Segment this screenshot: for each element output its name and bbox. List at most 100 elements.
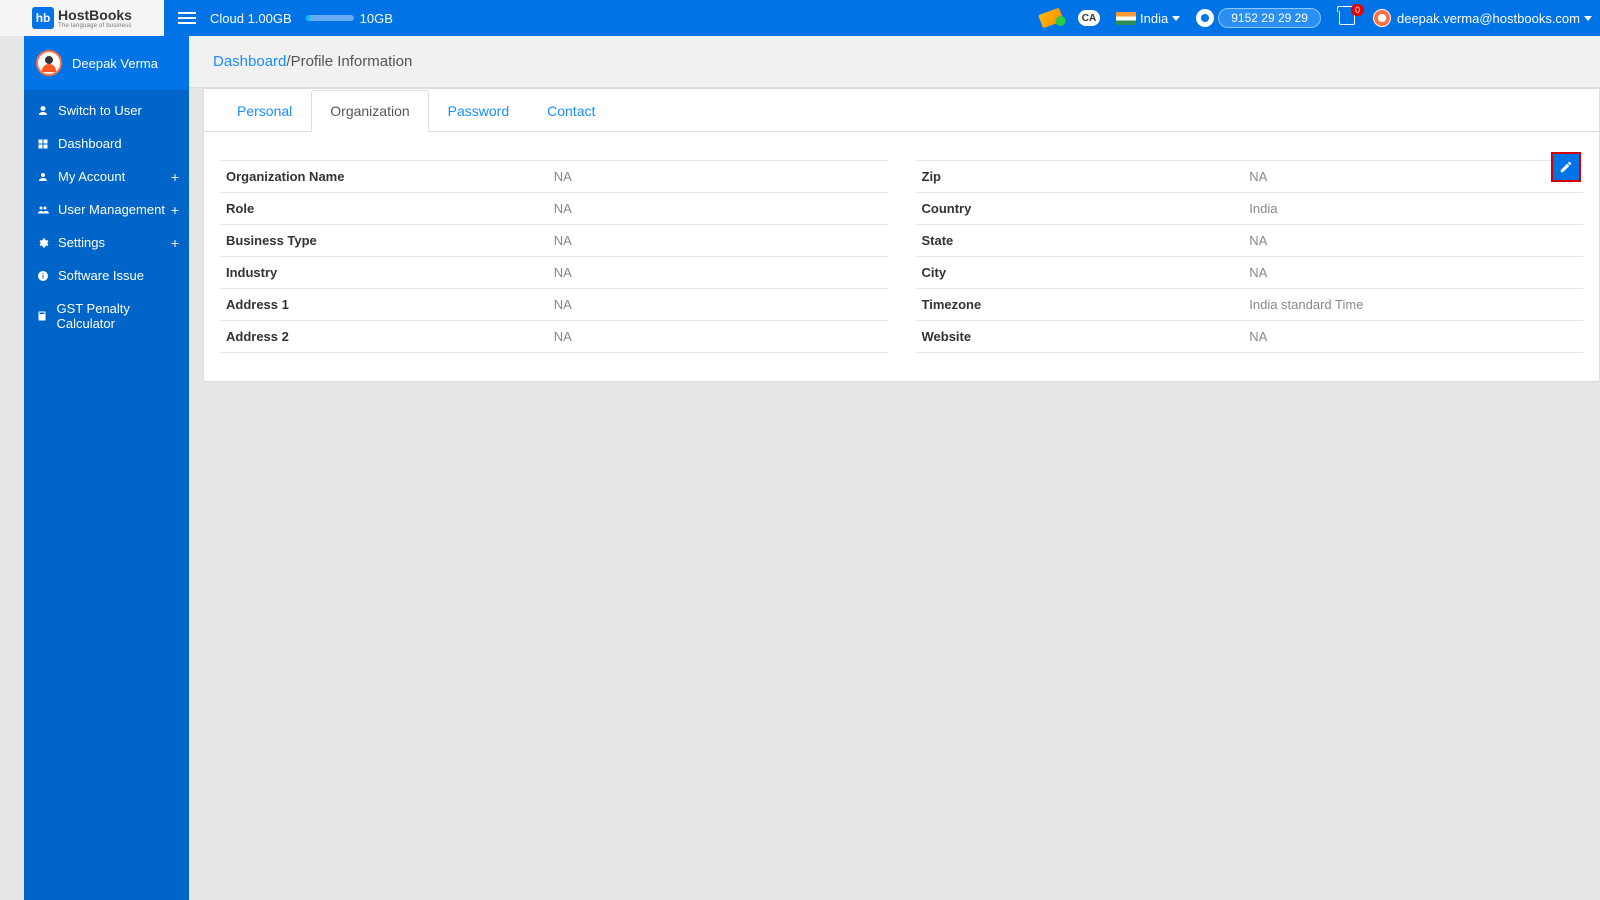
country-label: India — [1140, 11, 1168, 26]
tab-organization[interactable]: Organization — [311, 90, 428, 132]
field-value: NA — [554, 169, 882, 184]
field-label: Zip — [922, 169, 1250, 184]
field-label: Organization Name — [226, 169, 554, 184]
field-row: Organization NameNA — [220, 160, 888, 192]
sidebar: Deepak Verma Switch to User Dashboard My A… — [24, 36, 189, 900]
field-row: CityNA — [916, 256, 1584, 288]
account-icon — [36, 171, 50, 183]
country-selector[interactable]: India — [1116, 11, 1180, 26]
field-row: CountryIndia — [916, 192, 1584, 224]
main: Dashboard / Profile Information Personal… — [189, 36, 1600, 900]
field-value: NA — [554, 297, 882, 312]
tabs: PersonalOrganizationPasswordContact — [204, 89, 1599, 132]
user-icon — [36, 105, 50, 117]
field-value: NA — [1249, 169, 1577, 184]
breadcrumb-current: Profile Information — [291, 53, 413, 70]
headset-icon — [1196, 9, 1214, 27]
phone-number: 9152 29 29 29 — [1218, 8, 1321, 28]
field-label: City — [922, 265, 1250, 280]
ticket-icon[interactable] — [1040, 11, 1062, 25]
sidebar-item-dashboard[interactable]: Dashboard — [24, 127, 189, 160]
field-label: Timezone — [922, 297, 1250, 312]
field-row: StateNA — [916, 224, 1584, 256]
field-label: Address 1 — [226, 297, 554, 312]
field-row: Address 1NA — [220, 288, 888, 320]
field-row: TimezoneIndia standard Time — [916, 288, 1584, 320]
cloud-total-label: 10GB — [360, 11, 393, 26]
sidebar-item-label: Dashboard — [58, 136, 122, 151]
field-label: Industry — [226, 265, 554, 280]
user-email: deepak.verma@hostbooks.com — [1397, 11, 1580, 26]
cloud-usage-bar — [306, 15, 354, 21]
edit-button[interactable] — [1551, 152, 1581, 182]
sidebar-item-my-account[interactable]: My Account + — [24, 160, 189, 193]
sidebar-item-gst-penalty-calculator[interactable]: GST Penalty Calculator — [24, 292, 189, 340]
hamburger-icon[interactable] — [178, 12, 196, 24]
plus-icon: + — [171, 202, 179, 218]
sidebar-item-label: GST Penalty Calculator — [56, 301, 177, 331]
field-row: Business TypeNA — [220, 224, 888, 256]
field-label: Business Type — [226, 233, 554, 248]
sidebar-item-label: Switch to User — [58, 103, 142, 118]
topbar: hb HostBooks The language of business Cl… — [0, 0, 1600, 36]
logo[interactable]: hb HostBooks The language of business — [0, 0, 164, 36]
sidebar-user[interactable]: Deepak Verma — [24, 36, 189, 90]
tab-personal[interactable]: Personal — [218, 90, 311, 132]
calculator-icon — [36, 310, 48, 322]
field-value: NA — [554, 201, 882, 216]
field-row: WebsiteNA — [916, 320, 1584, 353]
field-row: IndustryNA — [220, 256, 888, 288]
field-value: India — [1249, 201, 1577, 216]
field-value: NA — [1249, 233, 1577, 248]
org-right-column: ZipNACountryIndiaStateNACityNATimezoneIn… — [916, 160, 1584, 353]
tab-content: Organization NameNARoleNABusiness TypeNA… — [204, 132, 1599, 381]
field-value: NA — [554, 265, 882, 280]
info-icon — [36, 270, 50, 282]
cart-button[interactable]: 0 — [1339, 11, 1355, 25]
field-label: Role — [226, 201, 554, 216]
sidebar-item-label: My Account — [58, 169, 125, 184]
logo-text: HostBooks — [58, 7, 132, 23]
tab-contact[interactable]: Contact — [528, 90, 614, 132]
breadcrumb: Dashboard / Profile Information — [189, 36, 1600, 88]
field-row: Address 2NA — [220, 320, 888, 353]
logo-tagline: The language of business — [58, 23, 132, 29]
field-value: NA — [1249, 329, 1577, 344]
users-icon — [36, 204, 50, 216]
sidebar-item-switch-to-user[interactable]: Switch to User — [24, 94, 189, 127]
cloud-usage-label: Cloud 1.00GB — [210, 11, 292, 26]
sidebar-item-settings[interactable]: Settings + — [24, 226, 189, 259]
breadcrumb-root[interactable]: Dashboard — [213, 53, 286, 70]
dashboard-icon — [36, 138, 50, 150]
sidebar-item-user-management[interactable]: User Management + — [24, 193, 189, 226]
logo-badge: hb — [32, 7, 54, 29]
user-menu[interactable]: deepak.verma@hostbooks.com — [1373, 9, 1592, 27]
flag-icon — [1116, 12, 1136, 25]
field-label: Website — [922, 329, 1250, 344]
sidebar-item-software-issue[interactable]: Software Issue — [24, 259, 189, 292]
field-value: India standard Time — [1249, 297, 1577, 312]
field-row: RoleNA — [220, 192, 888, 224]
ca-badge[interactable]: CA — [1078, 10, 1100, 26]
sidebar-item-label: Settings — [58, 235, 105, 250]
sidebar-item-label: Software Issue — [58, 268, 144, 283]
avatar-icon — [1373, 9, 1391, 27]
sidebar-nav: Switch to UserDashboardMy Account+User M… — [24, 90, 189, 344]
chevron-down-icon — [1172, 16, 1180, 21]
field-label: Country — [922, 201, 1250, 216]
chevron-down-icon — [1584, 16, 1592, 21]
field-value: NA — [554, 233, 882, 248]
sidebar-item-label: User Management — [58, 202, 165, 217]
tab-password[interactable]: Password — [429, 90, 528, 132]
field-row: ZipNA — [916, 160, 1584, 192]
field-value: NA — [554, 329, 882, 344]
field-label: State — [922, 233, 1250, 248]
avatar-icon — [36, 50, 62, 76]
pencil-icon — [1559, 160, 1573, 174]
support-phone[interactable]: 9152 29 29 29 — [1196, 8, 1321, 28]
plus-icon: + — [171, 235, 179, 251]
org-left-column: Organization NameNARoleNABusiness TypeNA… — [220, 160, 888, 353]
plus-icon: + — [171, 169, 179, 185]
field-value: NA — [1249, 265, 1577, 280]
cart-badge: 0 — [1351, 4, 1364, 16]
